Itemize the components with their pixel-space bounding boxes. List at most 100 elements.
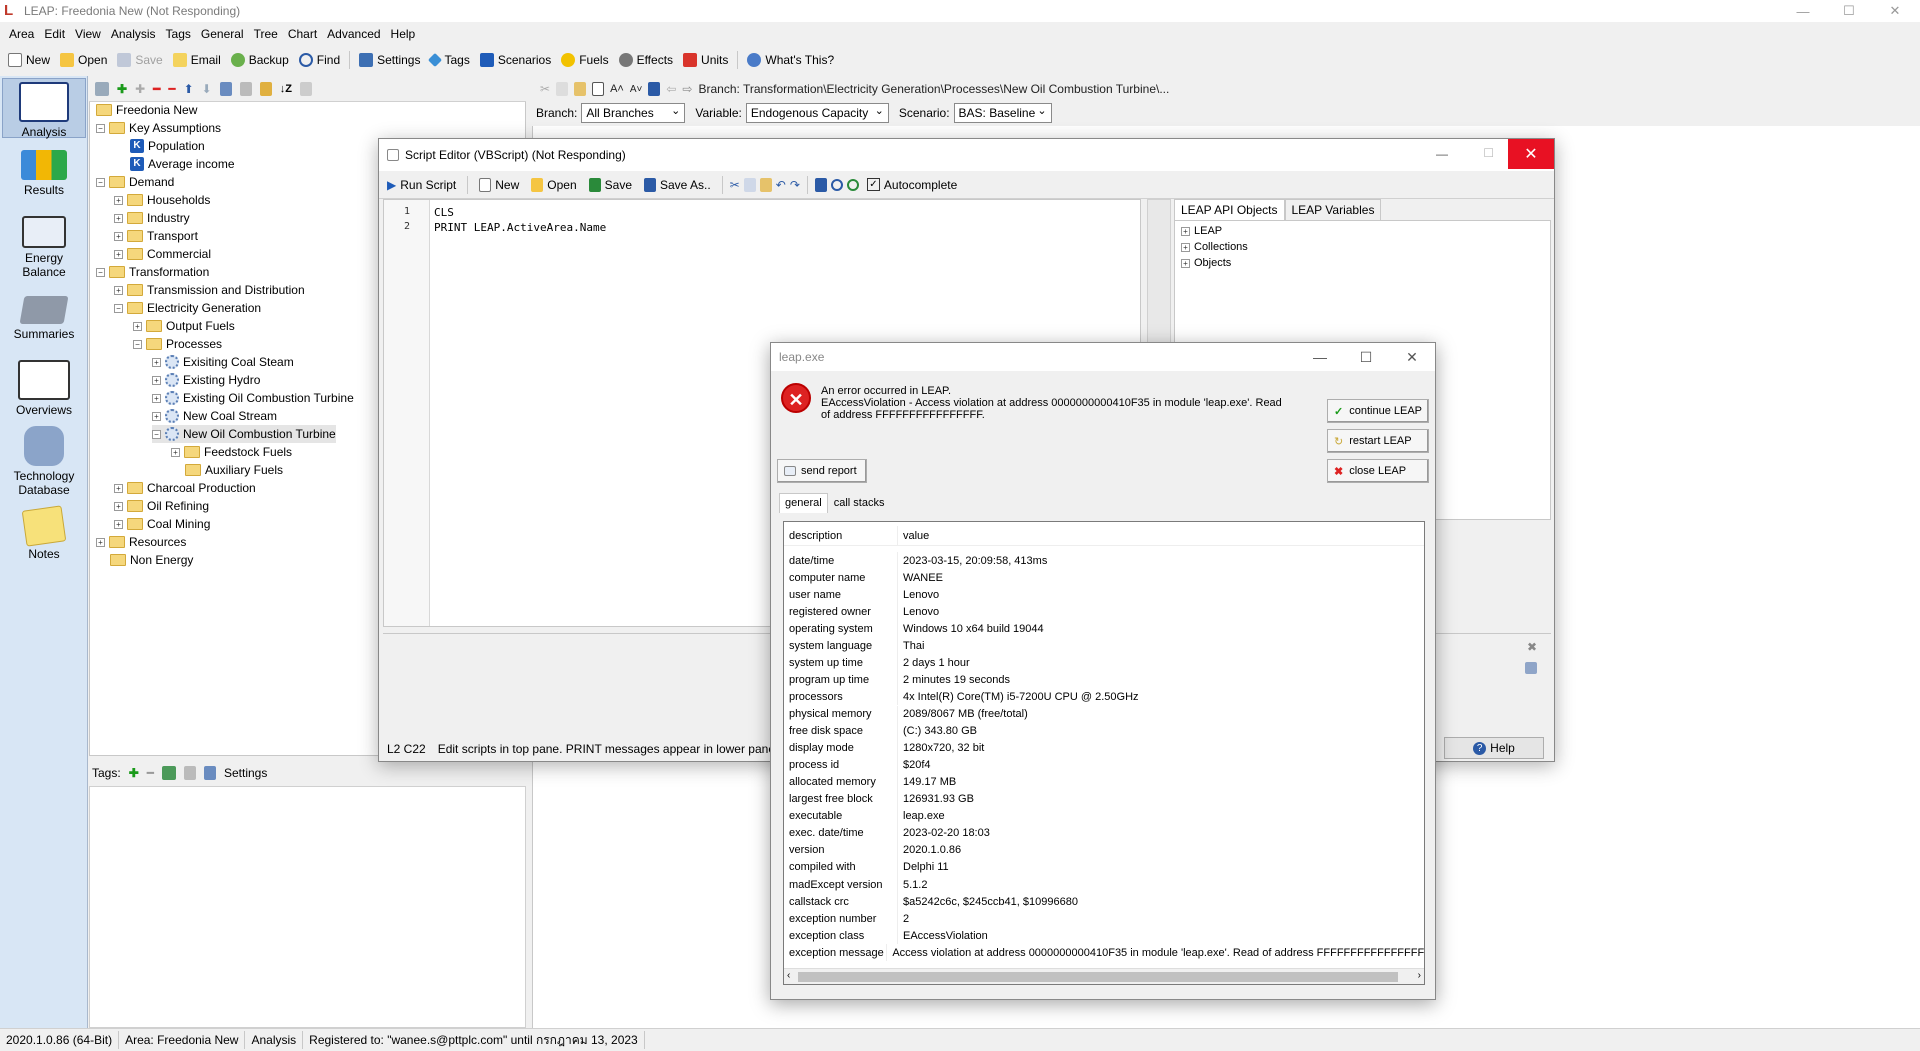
collapse-toggle-icon[interactable]: − [96, 177, 105, 187]
copy-output-icon[interactable] [1525, 662, 1537, 674]
tree-node[interactable]: + Industry [114, 209, 190, 227]
close-leap-button[interactable]: ✖ close LEAP [1327, 459, 1429, 483]
menu-help[interactable]: Help [386, 27, 421, 41]
script-save-as-button[interactable]: Save As.. [640, 174, 715, 196]
horizontal-scrollbar[interactable]: ‹ › [784, 968, 1424, 984]
api-tree-node[interactable]: + LEAP [1181, 223, 1222, 239]
view-notes[interactable]: Notes [2, 505, 86, 561]
script-save-button[interactable]: Save [585, 174, 636, 196]
restart-leap-button[interactable]: ↻ restart LEAP [1327, 429, 1429, 453]
tab-general[interactable]: general [779, 493, 828, 513]
menu-view[interactable]: View [70, 27, 106, 41]
tree-node[interactable]: + Commercial [114, 245, 211, 263]
move-down-icon[interactable]: ⬇ [202, 82, 212, 96]
menu-chart[interactable]: Chart [283, 27, 322, 41]
tree-node[interactable]: Freedonia New [96, 101, 197, 119]
backup-button[interactable]: Backup [227, 49, 293, 71]
collapse-toggle-icon[interactable]: − [152, 429, 161, 439]
view-icon[interactable] [592, 82, 605, 96]
menu-tags[interactable]: Tags [161, 27, 196, 41]
variable-select[interactable]: Endogenous Capacity [745, 103, 889, 123]
expand-toggle-icon[interactable]: + [171, 447, 180, 457]
paste-icon[interactable] [759, 177, 772, 192]
minimize-icon[interactable]: — [1436, 147, 1448, 161]
add-branch-icon[interactable]: ✚ [117, 82, 127, 96]
close-icon[interactable]: ✕ [1872, 0, 1918, 22]
move-up-icon[interactable]: ⬆ [184, 82, 194, 96]
tree-node-selected[interactable]: − New Oil Combustion Turbine [152, 425, 336, 443]
minimize-icon[interactable]: — [1297, 343, 1343, 371]
scenario-select[interactable]: BAS: Baseline [953, 103, 1052, 123]
view-summaries[interactable]: Summaries [2, 296, 86, 341]
tree-node[interactable]: + Charcoal Production [114, 479, 256, 497]
tree-node[interactable]: + Households [114, 191, 210, 209]
tree-node[interactable]: + Transport [114, 227, 198, 245]
tree-node[interactable]: + New Coal Stream [152, 407, 277, 425]
close-icon[interactable]: ✕ [1508, 139, 1554, 169]
users-icon[interactable] [648, 82, 661, 96]
expand-toggle-icon[interactable]: + [152, 411, 161, 421]
tab-call-stacks[interactable]: call stacks [828, 493, 891, 513]
copy-icon[interactable] [556, 82, 569, 96]
expand-toggle-icon[interactable]: + [114, 195, 123, 205]
settings-button[interactable]: Settings [355, 49, 424, 71]
api-objects-icon[interactable] [814, 177, 827, 192]
replace-icon[interactable] [846, 178, 859, 191]
save-button[interactable]: Save [113, 49, 166, 71]
expand-toggle-icon[interactable]: + [114, 483, 123, 493]
collapse-icon[interactable] [239, 81, 252, 96]
tree-node[interactable]: − Transformation [96, 263, 209, 281]
tag-settings-icon[interactable] [203, 766, 216, 780]
tree-node[interactable]: + Transmission and Distribution [114, 281, 305, 299]
tree-node[interactable]: + Coal Mining [114, 515, 210, 533]
menu-analysis[interactable]: Analysis [106, 27, 161, 41]
expand-toggle-icon[interactable]: + [152, 375, 161, 385]
paste-icon[interactable] [574, 82, 587, 96]
autocomplete-checkbox[interactable]: ✓ [866, 178, 880, 191]
maximize-icon[interactable]: ☐ [1826, 0, 1872, 22]
view-results[interactable]: Results [2, 150, 86, 197]
api-tree-node[interactable]: + Objects [1181, 255, 1231, 271]
tree-props-icon[interactable] [95, 81, 109, 96]
send-report-button[interactable]: send report [777, 459, 867, 483]
expand-toggle-icon[interactable]: + [114, 249, 123, 259]
sort-az-icon[interactable]: ↓Z [280, 83, 292, 95]
tags-button[interactable]: Tags [426, 49, 473, 71]
expand-toggle-icon[interactable]: + [152, 393, 161, 403]
tree-node[interactable]: + Oil Refining [114, 497, 209, 515]
close-icon[interactable]: ✕ [1389, 343, 1435, 371]
collapse-toggle-icon[interactable]: − [114, 303, 123, 313]
undo-icon[interactable]: ↶ [776, 178, 786, 192]
menu-edit[interactable]: Edit [39, 27, 70, 41]
expand-toggle-icon[interactable]: + [1181, 226, 1190, 236]
delete-branch-icon[interactable]: ━ [153, 82, 160, 96]
script-new-button[interactable]: New [475, 174, 523, 196]
tree-node[interactable]: + Feedstock Fuels [171, 443, 292, 461]
tree-node[interactable]: − Demand [96, 173, 174, 191]
forward-arrow-icon[interactable]: ⇨ [682, 82, 692, 96]
menu-tree[interactable]: Tree [249, 27, 283, 41]
view-overviews[interactable]: Overviews [2, 360, 86, 417]
tree-misc-icon[interactable] [299, 81, 312, 96]
tree-node[interactable]: + Output Fuels [133, 317, 235, 335]
find-button[interactable]: Find [295, 49, 344, 71]
view-technology-database[interactable]: Technology Database [2, 426, 86, 497]
menu-area[interactable]: Area [4, 27, 39, 41]
tree-node[interactable]: Auxiliary Fuels [185, 461, 283, 479]
branch-select[interactable]: All Branches [581, 103, 686, 123]
maximize-icon[interactable]: ☐ [1343, 343, 1389, 371]
view-energy-balance[interactable]: Energy Balance [2, 216, 86, 279]
expand-toggle-icon[interactable]: + [114, 501, 123, 511]
run-script-button[interactable]: ▶ Run Script [383, 174, 460, 196]
menu-general[interactable]: General [196, 27, 249, 41]
scroll-right-icon[interactable]: › [1418, 970, 1421, 981]
tab-leap-variables[interactable]: LEAP Variables [1284, 199, 1382, 221]
menu-advanced[interactable]: Advanced [322, 27, 385, 41]
effects-button[interactable]: Effects [615, 49, 677, 71]
tree-node[interactable]: − Key Assumptions [96, 119, 221, 137]
tree-node[interactable]: + Existing Hydro [152, 371, 260, 389]
tag-edit-icon[interactable] [183, 766, 196, 780]
fuels-button[interactable]: Fuels [557, 49, 612, 71]
tree-node[interactable]: Non Energy [110, 551, 193, 569]
maximize-icon[interactable]: ☐ [1483, 146, 1494, 160]
